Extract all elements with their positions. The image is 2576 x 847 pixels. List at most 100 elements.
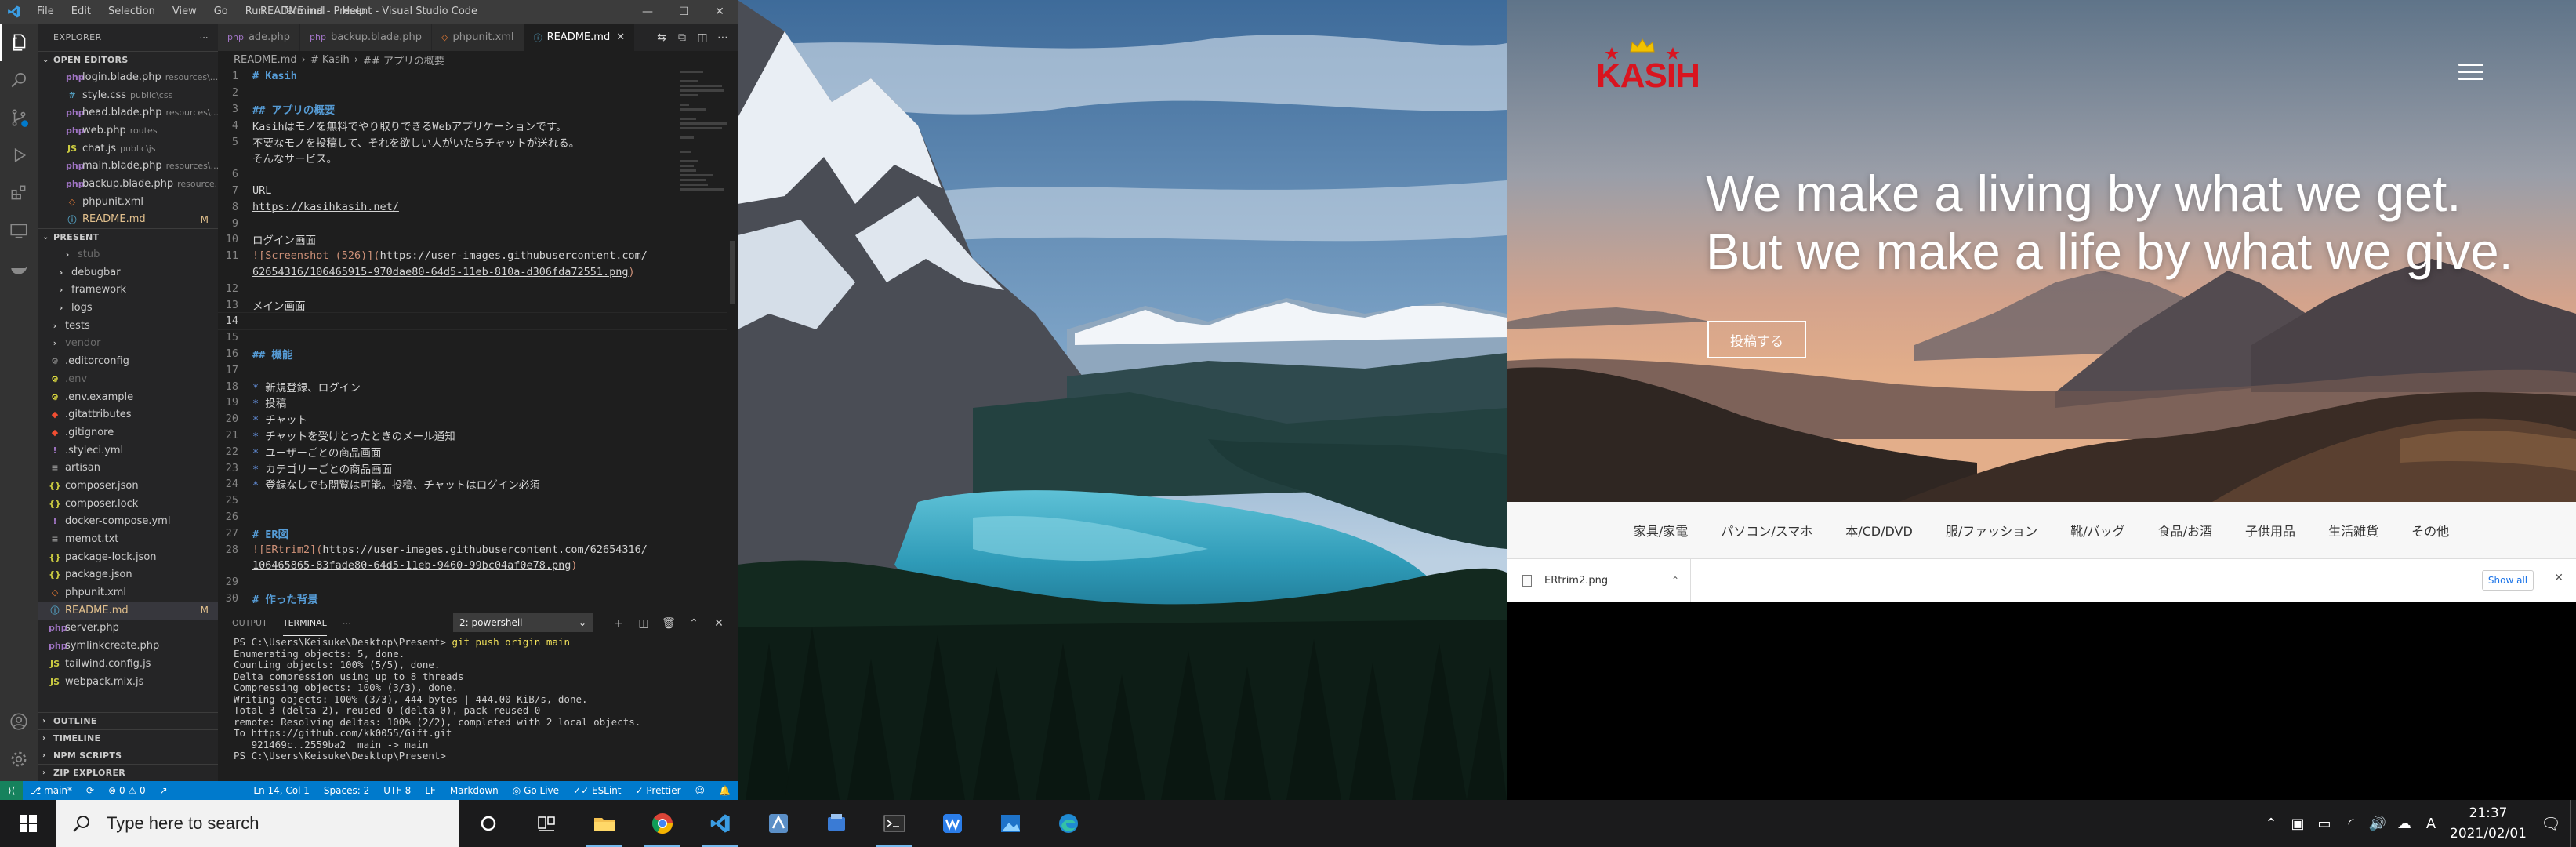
split-editor-icon[interactable]: ◫ <box>692 31 713 44</box>
action-center-icon[interactable]: 🗨 <box>2532 814 2570 833</box>
app-icon-2[interactable] <box>807 800 865 847</box>
menu-item[interactable]: Terminal <box>274 0 334 24</box>
chevron-up-icon[interactable]: ⌃ <box>1671 575 1679 586</box>
tab-output[interactable]: OUTPUT <box>232 611 267 635</box>
file-item[interactable]: {} composer.lock <box>38 495 218 513</box>
extensions-icon[interactable] <box>0 174 38 212</box>
sidebar-section-header[interactable]: › TIMELINE <box>38 729 218 747</box>
remote-explorer-icon[interactable] <box>0 212 38 249</box>
breadcrumb-item[interactable]: ## アプリの概要 <box>363 53 444 67</box>
menu-item[interactable]: File <box>28 0 63 24</box>
menu-item[interactable]: Go <box>205 0 237 24</box>
close-tab-icon[interactable]: ✕ <box>616 31 625 43</box>
file-item[interactable]: php symlinkcreate.php <box>38 637 218 655</box>
source-control-icon[interactable] <box>0 99 38 136</box>
open-editor-item[interactable]: php head.blade.php resources\... <box>38 104 218 122</box>
folder-item[interactable]: › vendor <box>38 335 218 353</box>
category-link[interactable]: パソコン/スマホ <box>1721 521 1812 540</box>
category-link[interactable]: 靴/バッグ <box>2070 521 2124 540</box>
menu-item[interactable]: View <box>164 0 205 24</box>
show-all-button[interactable]: Show all <box>2482 570 2534 591</box>
file-item[interactable]: {} package-lock.json <box>38 548 218 566</box>
file-explorer-icon[interactable] <box>575 800 633 847</box>
editor-tab[interactable]: ◇ phpunit.xml <box>432 24 524 51</box>
vscode-icon[interactable] <box>691 800 749 847</box>
file-item[interactable]: ⚙ .editorconfig <box>38 352 218 370</box>
edge-icon[interactable] <box>1039 800 1098 847</box>
open-editors-header[interactable]: ⌄ OPEN EDITORS <box>38 51 218 68</box>
feedback-icon[interactable]: ☺ <box>688 785 713 796</box>
gear-icon[interactable] <box>0 740 38 778</box>
open-editor-item[interactable]: JS chat.js public\js <box>38 140 218 158</box>
open-editor-item[interactable]: phpbackup.blade.phpresource... <box>38 175 218 193</box>
remote-icon[interactable]: ⟩⟨ <box>0 781 24 800</box>
notifications-icon[interactable]: 🔔 <box>712 785 738 796</box>
onedrive-icon[interactable]: ☁ <box>2391 816 2418 832</box>
editor-tab[interactable]: ⓘ README.md ✕ <box>524 24 636 51</box>
terminal-output[interactable]: PS C:\Users\Keisuke\Desktop\Present> git… <box>218 636 738 762</box>
file-item[interactable]: ≡ memot.txt <box>38 530 218 548</box>
chevron-up-icon[interactable]: ⌃ <box>2258 816 2284 832</box>
minimap[interactable] <box>680 68 727 225</box>
ime-indicator[interactable]: A <box>2418 816 2444 832</box>
task-view-icon[interactable] <box>517 800 575 847</box>
more-actions-icon[interactable]: ⋯ <box>713 31 733 44</box>
clock[interactable]: 21:37 2021/02/01 <box>2444 803 2532 844</box>
problems-status[interactable]: ⊗ 0 ⚠ 0 <box>101 785 153 796</box>
run-debug-icon[interactable] <box>0 136 38 174</box>
sync-icon[interactable]: ⟳ <box>79 785 101 796</box>
file-item[interactable]: {} composer.json <box>38 477 218 495</box>
editor-scrollbar[interactable] <box>727 68 738 604</box>
folder-item[interactable]: › framework <box>38 282 218 300</box>
terminal-icon[interactable] <box>865 800 923 847</box>
indentation[interactable]: Spaces: 2 <box>317 785 376 796</box>
eol[interactable]: LF <box>418 785 443 796</box>
category-link[interactable]: その他 <box>2411 521 2449 540</box>
open-editor-item[interactable]: php main.blade.php resources\... <box>38 157 218 175</box>
compare-icon[interactable]: ⇆ <box>651 31 672 44</box>
menu-item[interactable]: Edit <box>63 0 100 24</box>
file-item[interactable]: ⚙ .env <box>38 370 218 388</box>
category-link[interactable]: 食品/お酒 <box>2158 521 2212 540</box>
category-link[interactable]: 生活雑貨 <box>2328 521 2378 540</box>
start-button[interactable] <box>0 800 56 847</box>
close-icon[interactable]: ✕ <box>2554 572 2563 584</box>
category-link[interactable]: 子供用品 <box>2245 521 2295 540</box>
taskbar-search[interactable]: Type here to search <box>56 800 459 847</box>
menu-item[interactable]: Run <box>237 0 274 24</box>
search-icon[interactable] <box>0 61 38 99</box>
cortana-icon[interactable] <box>459 800 517 847</box>
file-item[interactable]: {} package.json <box>38 566 218 584</box>
project-header[interactable]: ⌄ PRESENT <box>38 228 218 245</box>
open-editor-item[interactable]: php web.php routes <box>38 122 218 140</box>
folder-item[interactable]: › tests <box>38 317 218 335</box>
language-mode[interactable]: Markdown <box>443 785 506 796</box>
tab-terminal[interactable]: TERMINAL <box>282 611 327 636</box>
post-button[interactable]: 投稿する <box>1707 321 1806 358</box>
editor-tab[interactable]: php backup.blade.php <box>300 24 433 51</box>
sidebar-section-header[interactable]: › OUTLINE <box>38 712 218 729</box>
file-item[interactable]: php server.php <box>38 620 218 638</box>
prettier-status[interactable]: ✓ Prettier <box>629 785 688 796</box>
maximize-icon[interactable]: ☐ <box>666 0 702 24</box>
account-icon[interactable] <box>0 703 38 740</box>
more-actions-icon[interactable]: ⋯ <box>343 618 351 628</box>
open-editor-item[interactable]: # style.css public\css <box>38 86 218 104</box>
branch-status[interactable]: ⎇ main* <box>23 785 79 796</box>
close-panel-icon[interactable]: ✕ <box>706 617 731 630</box>
app-icon-1[interactable] <box>749 800 807 847</box>
open-editor-item[interactable]: php login.blade.php resources\... <box>38 68 218 86</box>
file-item[interactable]: ⚙ .env.example <box>38 388 218 406</box>
file-item[interactable]: ◇ phpunit.xml <box>38 583 218 602</box>
battery-icon[interactable]: ▭ <box>2311 816 2338 832</box>
category-link[interactable]: 家具/家電 <box>1634 521 1688 540</box>
open-editor-item[interactable]: ◇ phpunit.xml <box>38 193 218 211</box>
category-link[interactable]: 服/ファッション <box>1946 521 2037 540</box>
volume-icon[interactable]: 🔊 <box>2364 816 2391 832</box>
file-item[interactable]: ◆ .gitignore <box>38 424 218 442</box>
folder-item[interactable]: › stub <box>38 245 218 264</box>
folder-item[interactable]: › debugbar <box>38 264 218 282</box>
cursor-position[interactable]: Ln 14, Col 1 <box>246 785 317 796</box>
code-view[interactable]: 1 # Kasih 2 3 ## アプリの概要 4 Kasihはモノを無料でやり取りできるW… <box>218 68 738 604</box>
file-item[interactable]: ! .styleci.yml <box>38 442 218 460</box>
